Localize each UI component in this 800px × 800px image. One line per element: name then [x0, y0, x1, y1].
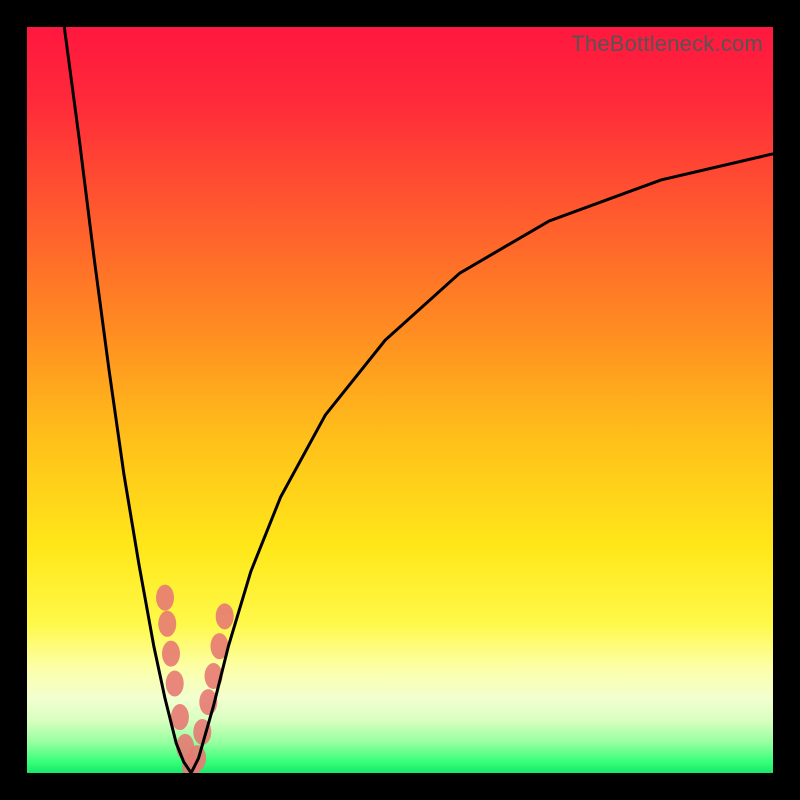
data-marker: [156, 585, 174, 611]
chart-svg: [27, 27, 773, 773]
plot-area: TheBottleneck.com: [27, 27, 773, 773]
watermark-text: TheBottleneck.com: [571, 31, 763, 57]
marker-layer: [156, 585, 234, 773]
data-marker: [216, 603, 234, 629]
data-marker: [162, 641, 180, 667]
chart-frame: TheBottleneck.com: [0, 0, 800, 800]
data-marker: [166, 670, 184, 696]
curve-right-branch: [191, 154, 773, 773]
data-marker: [171, 704, 189, 730]
data-marker: [158, 611, 176, 637]
